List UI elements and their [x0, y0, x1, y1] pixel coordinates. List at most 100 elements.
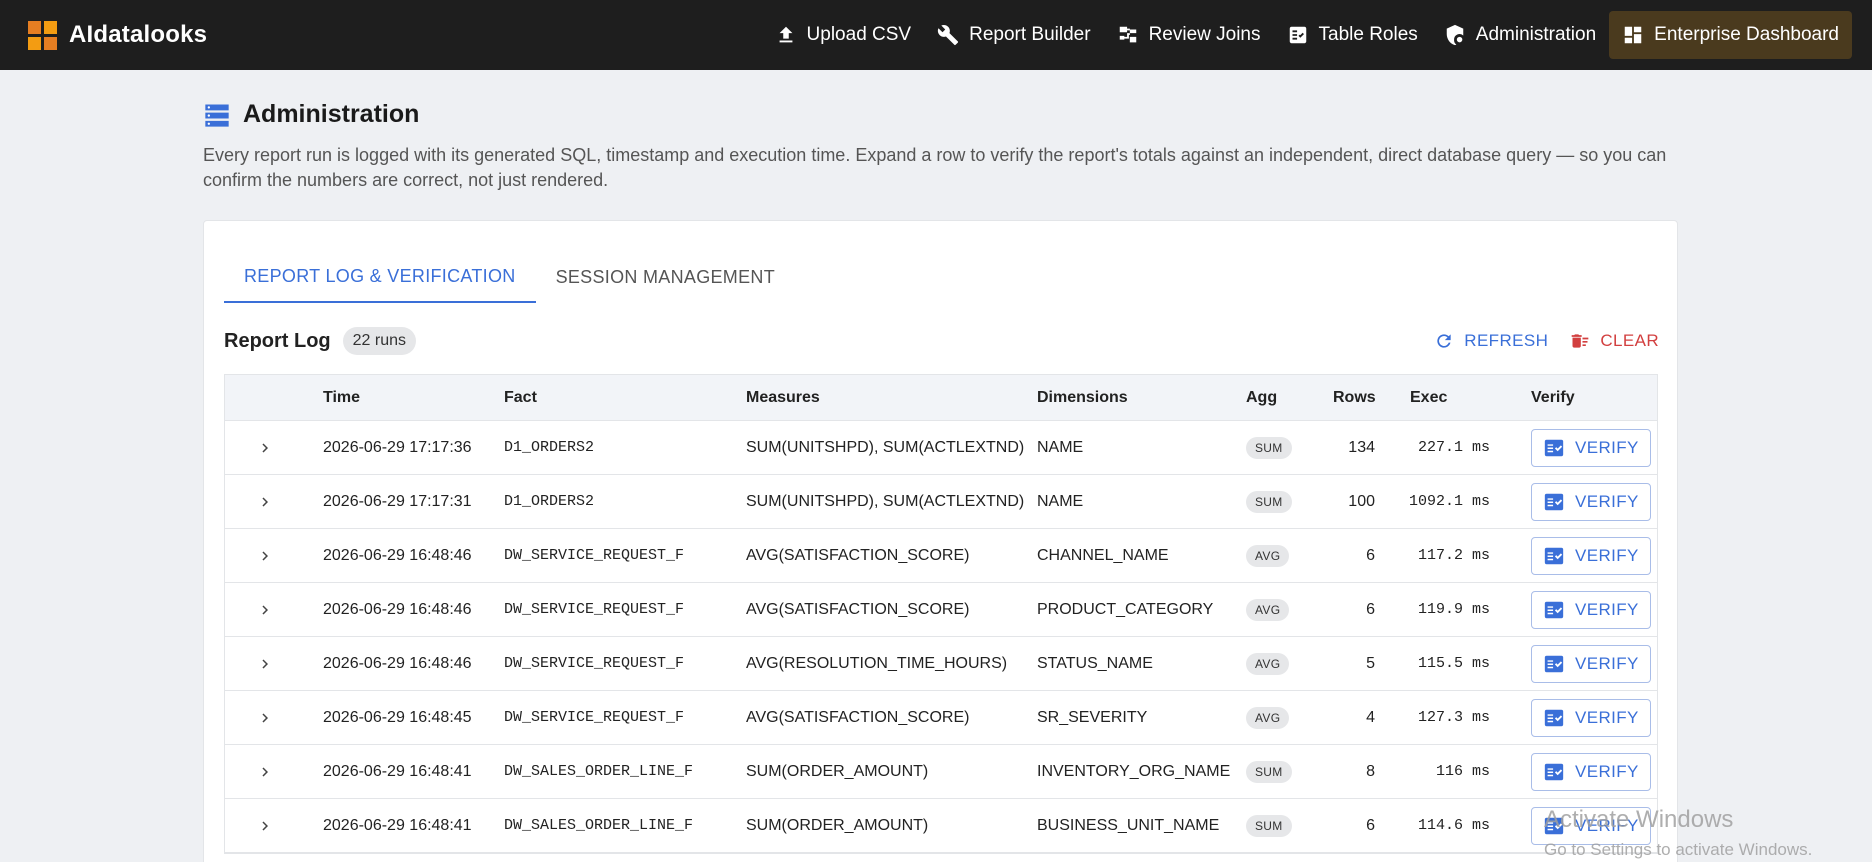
tab-report-log[interactable]: REPORT LOG & VERIFICATION [224, 251, 536, 303]
tab-session-management[interactable]: SESSION MANAGEMENT [536, 251, 795, 303]
cell-fact: D1_ORDERS2 [504, 493, 595, 510]
fact-check-icon [1544, 655, 1564, 672]
report-log-title: Report Log [224, 329, 331, 352]
cell-fact: DW_SERVICE_REQUEST_F [504, 601, 685, 618]
fact-check-icon [1544, 547, 1564, 564]
nav-upload-csv[interactable]: Upload CSV [762, 11, 925, 59]
cell-agg: AVG [1246, 706, 1290, 729]
cell-exec: 127.3 ms [1417, 709, 1490, 726]
page-title: Administration [243, 100, 420, 128]
admin-shield-icon [1446, 24, 1464, 46]
agg-chip: SUM [1246, 814, 1292, 837]
delete-sweep-icon [1571, 334, 1589, 348]
verify-label: VERIFY [1575, 761, 1639, 781]
expand-row-button[interactable] [253, 547, 277, 565]
brand[interactable]: AIdatalooks [28, 0, 207, 70]
verify-label: VERIFY [1575, 437, 1639, 457]
verify-button[interactable]: VERIFY [1531, 482, 1651, 521]
fact-check-icon [1544, 817, 1564, 834]
agg-chip: SUM [1246, 490, 1292, 513]
upload-icon [779, 26, 792, 43]
report-log-table: Time Fact Measures Dimensions Agg Rows E… [224, 374, 1658, 854]
admin-card: REPORT LOG & VERIFICATION SESSION MANAGE… [203, 220, 1678, 862]
table-row[interactable]: 2026-06-29 16:48:46 DW_SERVICE_REQUEST_F A… [225, 637, 1657, 691]
expand-row-button[interactable] [253, 439, 277, 457]
cell-exec: 227.1 ms [1417, 439, 1490, 456]
cell-verify: VERIFY [1531, 752, 1651, 791]
verify-button[interactable]: VERIFY [1531, 428, 1651, 467]
cell-time: 2026-06-29 17:17:31 [323, 492, 472, 510]
nav-review-joins[interactable]: Review Joins [1104, 11, 1274, 59]
cell-verify: VERIFY [1531, 536, 1651, 575]
agg-chip: AVG [1246, 598, 1290, 621]
cell-fact: DW_SERVICE_REQUEST_F [504, 655, 685, 672]
verify-button[interactable]: VERIFY [1531, 806, 1651, 845]
cell-time: 2026-06-29 16:48:41 [323, 816, 472, 834]
verify-button[interactable]: VERIFY [1531, 752, 1651, 791]
report-log-header: Report Log 22 runs REFRESH CLEAR [224, 321, 1659, 361]
verify-label: VERIFY [1575, 707, 1639, 727]
cell-verify: VERIFY [1531, 428, 1651, 467]
expand-row-button[interactable] [253, 817, 277, 835]
col-header-measures[interactable]: Measures [746, 389, 820, 407]
brand-logo-icon [28, 20, 57, 50]
chevron-right-icon [262, 821, 268, 830]
col-header-dimensions[interactable]: Dimensions [1037, 389, 1128, 407]
col-header-agg[interactable]: Agg [1246, 389, 1277, 407]
col-header-rows[interactable]: Rows [1333, 389, 1376, 407]
chevron-right-icon [262, 605, 268, 614]
expand-row-button[interactable] [253, 655, 277, 673]
col-header-exec[interactable]: Exec [1410, 389, 1447, 407]
nav-report-builder[interactable]: Report Builder [924, 11, 1103, 59]
verify-button[interactable]: VERIFY [1531, 644, 1651, 683]
cell-verify: VERIFY [1531, 698, 1651, 737]
agg-chip: AVG [1246, 652, 1290, 675]
refresh-button[interactable]: REFRESH [1434, 331, 1548, 351]
checklist-icon [1289, 26, 1306, 44]
cell-fact: DW_SALES_ORDER_LINE_F [504, 817, 694, 834]
nav-table-roles[interactable]: Table Roles [1274, 11, 1431, 59]
tab-bar: REPORT LOG & VERIFICATION SESSION MANAGE… [224, 251, 795, 321]
expand-row-button[interactable] [253, 763, 277, 781]
cell-exec: 119.9 ms [1417, 601, 1490, 618]
verify-button[interactable]: VERIFY [1531, 590, 1651, 629]
verify-button[interactable]: VERIFY [1531, 536, 1651, 575]
cell-time: 2026-06-29 16:48:45 [323, 708, 472, 726]
agg-chip: AVG [1246, 706, 1290, 729]
brand-name: AIdatalooks [69, 21, 208, 48]
nav-label: Upload CSV [806, 24, 912, 45]
chevron-right-icon [262, 551, 268, 560]
cell-dimensions: CHANNEL_NAME [1037, 546, 1169, 564]
agg-chip: SUM [1246, 436, 1292, 459]
verify-button[interactable]: VERIFY [1531, 698, 1651, 737]
storage-list-icon [205, 104, 229, 127]
table-row[interactable]: 2026-06-29 16:48:41 DW_SALES_ORDER_LINE_F… [225, 745, 1657, 799]
agg-chip: AVG [1246, 544, 1290, 567]
nav-enterprise-dashboard[interactable]: Enterprise Dashboard [1609, 11, 1852, 59]
cell-exec: 116 ms [1435, 763, 1490, 780]
clear-button[interactable]: CLEAR [1570, 331, 1659, 351]
nav-administration[interactable]: Administration [1431, 11, 1609, 59]
cell-measures: AVG(SATISFACTION_SCORE) [746, 600, 970, 618]
cell-verify: VERIFY [1531, 806, 1651, 845]
main-nav: Upload CSV Report Builder Review Joins T… [762, 0, 1852, 70]
cell-measures: AVG(SATISFACTION_SCORE) [746, 708, 970, 726]
verify-label: VERIFY [1575, 545, 1639, 565]
expand-row-button[interactable] [253, 601, 277, 619]
verify-label: VERIFY [1575, 599, 1639, 619]
table-body: 2026-06-29 17:17:36 D1_ORDERS2 SUM(UNITSHP… [225, 421, 1657, 853]
table-row[interactable]: 2026-06-29 16:48:46 DW_SERVICE_REQUEST_F A… [225, 583, 1657, 637]
table-row[interactable]: 2026-06-29 17:17:31 D1_ORDERS2 SUM(UNITSHP… [225, 475, 1657, 529]
cell-rows: 5 [1366, 654, 1375, 672]
table-row[interactable]: 2026-06-29 17:17:36 D1_ORDERS2 SUM(UNITSHP… [225, 421, 1657, 475]
table-row[interactable]: 2026-06-29 16:48:45 DW_SERVICE_REQUEST_F A… [225, 691, 1657, 745]
expand-row-button[interactable] [253, 493, 277, 511]
col-header-time[interactable]: Time [323, 389, 360, 407]
col-header-fact[interactable]: Fact [504, 389, 537, 407]
fact-check-icon [1544, 709, 1564, 726]
cell-rows: 8 [1366, 762, 1375, 780]
table-row[interactable]: 2026-06-29 16:48:46 DW_SERVICE_REQUEST_F A… [225, 529, 1657, 583]
cell-agg: SUM [1246, 760, 1292, 783]
expand-row-button[interactable] [253, 709, 277, 727]
table-row[interactable]: 2026-06-29 16:48:41 DW_SALES_ORDER_LINE_F… [225, 799, 1657, 853]
